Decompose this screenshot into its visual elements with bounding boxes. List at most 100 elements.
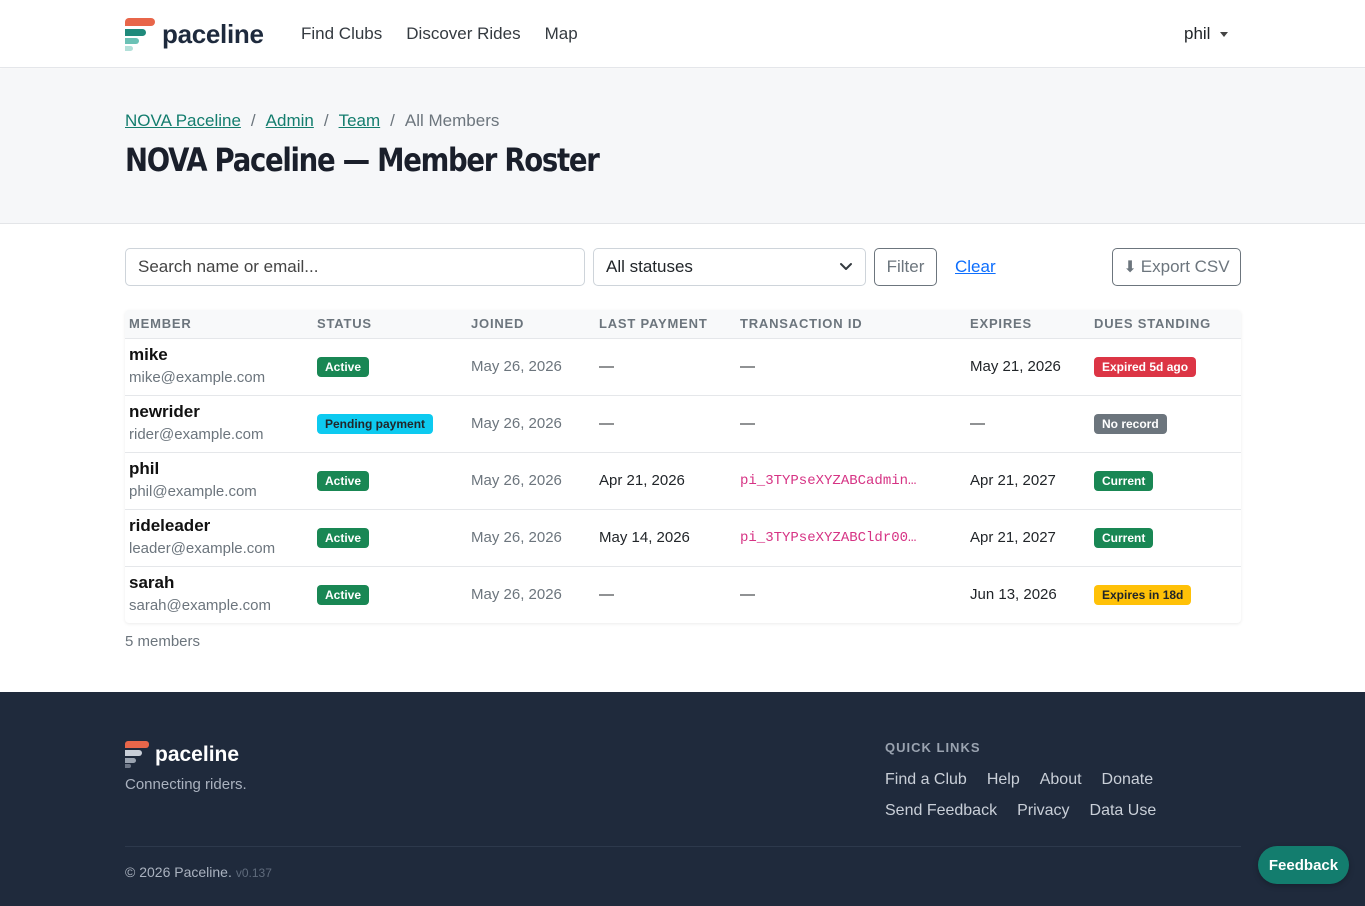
copyright-text: © 2026 Paceline. [125, 864, 232, 880]
last-payment-date: Apr 21, 2026 [599, 472, 685, 489]
column-header-member[interactable]: Member [125, 310, 313, 338]
expires-date: Apr 21, 2027 [970, 529, 1056, 546]
joined-date: May 26, 2026 [471, 415, 562, 432]
brand-name: paceline [162, 19, 264, 49]
expires-date: — [970, 415, 985, 432]
clear-filters-link[interactable]: Clear [955, 257, 996, 277]
table-row: sarah sarah@example.com Active May 26, 2… [125, 566, 1241, 623]
nav-map[interactable]: Map [545, 24, 578, 44]
user-name: phil [1184, 24, 1211, 43]
member-email: phil@example.com [129, 482, 257, 500]
brand-home-link[interactable]: paceline [125, 18, 264, 51]
dues-standing-badge: Expired 5d ago [1094, 356, 1197, 377]
column-header-status[interactable]: Status [313, 310, 467, 338]
filter-button[interactable]: Filter [874, 248, 937, 286]
nav-find-clubs[interactable]: Find Clubs [301, 24, 382, 44]
table-row: phil phil@example.com Active May 26, 202… [125, 452, 1241, 509]
export-csv-button[interactable]: ⬇ Export CSV [1112, 248, 1241, 286]
dues-standing-badge: Current [1094, 470, 1154, 491]
footer-link-donate[interactable]: Donate [1102, 771, 1154, 789]
column-header-joined[interactable]: Joined [467, 310, 595, 338]
transaction-id: — [740, 415, 755, 432]
member-email: rider@example.com [129, 425, 264, 443]
table-row: mike mike@example.com Active May 26, 202… [125, 338, 1241, 395]
status-select-value: All statuses [606, 257, 693, 276]
user-menu-dropdown[interactable]: phil [1184, 24, 1229, 44]
last-payment-date: — [599, 358, 614, 375]
member-email: leader@example.com [129, 539, 276, 557]
quick-links-row: Send Feedback Privacy Data Use [885, 802, 1156, 820]
breadcrumb-admin[interactable]: Admin [266, 111, 314, 131]
member-email: sarah@example.com [129, 596, 271, 614]
status-filter-select[interactable]: All statuses [593, 248, 866, 286]
column-header-transaction-id[interactable]: Transaction ID [736, 310, 966, 338]
search-input[interactable] [125, 248, 585, 286]
member-cell: newrider rider@example.com [125, 395, 313, 452]
member-email: mike@example.com [129, 368, 266, 386]
column-header-last-payment[interactable]: Last Payment [595, 310, 736, 338]
status-badge: Active [317, 356, 370, 377]
chevron-down-icon [839, 262, 853, 272]
breadcrumb: NOVA Paceline / Admin / Team / All Membe… [125, 111, 499, 131]
joined-date: May 26, 2026 [471, 358, 562, 375]
column-header-expires[interactable]: Expires [966, 310, 1090, 338]
status-badge: Active [317, 527, 370, 548]
member-cell: phil phil@example.com [125, 452, 313, 509]
last-payment-date: May 14, 2026 [599, 529, 690, 546]
member-cell: rideleader leader@example.com [125, 509, 313, 566]
status-badge: Pending payment [317, 413, 434, 434]
table-row: rideleader leader@example.com Active May… [125, 509, 1241, 566]
site-footer: paceline Connecting riders. QUICK LINKS … [0, 692, 1365, 906]
caret-down-icon [1220, 31, 1229, 37]
member-cell: sarah sarah@example.com [125, 566, 313, 623]
footer-link-data-use[interactable]: Data Use [1090, 802, 1157, 820]
member-name[interactable]: phil [129, 458, 309, 480]
footer-link-privacy[interactable]: Privacy [1017, 802, 1069, 820]
feedback-button[interactable]: Feedback [1258, 846, 1349, 884]
dues-standing-badge: No record [1094, 413, 1167, 434]
member-name[interactable]: newrider [129, 401, 309, 423]
breadcrumb-team[interactable]: Team [339, 111, 381, 131]
joined-date: May 26, 2026 [471, 586, 562, 604]
quick-links-row: Find a Club Help About Donate [885, 771, 1153, 789]
joined-date: May 26, 2026 [471, 472, 562, 489]
download-icon: ⬇ [1123, 259, 1137, 276]
member-name[interactable]: rideleader [129, 515, 309, 537]
paceline-logo-icon [125, 18, 155, 51]
status-badge: Active [317, 470, 370, 491]
breadcrumb-club[interactable]: NOVA Paceline [125, 111, 241, 131]
expires-date: Apr 21, 2027 [970, 472, 1056, 489]
transaction-id: pi_3TYPseXYZABCadmin… [740, 472, 917, 489]
footer-link-send-feedback[interactable]: Send Feedback [885, 802, 997, 820]
footer-brand[interactable]: paceline [125, 741, 239, 768]
member-name[interactable]: sarah [129, 572, 309, 594]
version-label: v0.137 [235, 866, 272, 880]
transaction-id: — [740, 586, 755, 604]
column-header-dues-standing[interactable]: Dues Standing [1090, 310, 1241, 338]
breadcrumb-current: All Members [404, 111, 500, 130]
page-title: NOVA Paceline — Member Roster [125, 141, 600, 179]
table-row: newrider rider@example.com Pending payme… [125, 395, 1241, 452]
member-cell: mike mike@example.com [125, 338, 313, 395]
transaction-id: pi_3TYPseXYZABCldr00… [740, 529, 917, 546]
page-header: NOVA Paceline / Admin / Team / All Membe… [0, 69, 1365, 224]
member-name[interactable]: mike [129, 344, 309, 366]
breadcrumb-separator: / [323, 111, 329, 130]
quick-links-heading: QUICK LINKS [885, 740, 981, 755]
footer-brand-name: paceline [155, 742, 240, 766]
footer-link-find-club[interactable]: Find a Club [885, 771, 967, 789]
footer-tagline: Connecting riders. [125, 776, 247, 793]
paceline-logo-icon [125, 741, 149, 768]
nav-discover-rides[interactable]: Discover Rides [406, 24, 520, 44]
footer-link-help[interactable]: Help [987, 771, 1020, 789]
breadcrumb-separator: / [250, 111, 256, 130]
footer-link-about[interactable]: About [1040, 771, 1082, 789]
top-navbar: paceline Find Clubs Discover Rides Map p… [0, 0, 1365, 68]
status-badge: Active [317, 584, 370, 605]
joined-date: May 26, 2026 [471, 529, 562, 546]
main-nav: Find Clubs Discover Rides Map [301, 24, 578, 44]
member-count: 5 members [125, 633, 201, 650]
export-csv-label: Export CSV [1140, 257, 1230, 276]
footer-copyright: © 2026 Paceline. v0.137 [125, 864, 272, 880]
member-table: Member Status Joined Last Payment Transa… [125, 310, 1241, 623]
